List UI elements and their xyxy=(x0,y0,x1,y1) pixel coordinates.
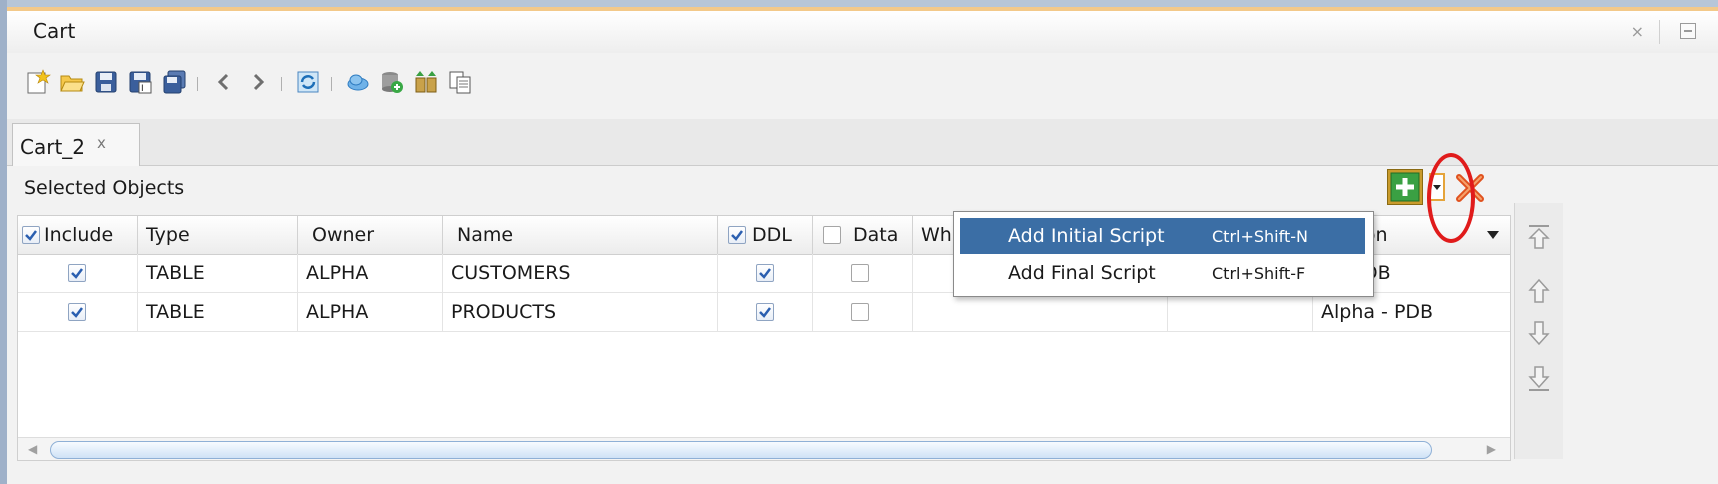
header-include-label: Include xyxy=(44,224,114,246)
row-order-controls xyxy=(1514,203,1563,459)
scroll-right-icon[interactable]: ▶ xyxy=(1487,442,1496,456)
row-data-cell xyxy=(813,254,913,292)
menu-item-add-final-script[interactable]: Add Final Script Ctrl+Shift-F xyxy=(960,255,1365,291)
move-to-bottom-icon[interactable] xyxy=(1527,365,1551,393)
selected-objects-label: Selected Objects xyxy=(24,177,185,199)
menu-item-shortcut: Ctrl+Shift-N xyxy=(1212,227,1308,246)
cloud-icon[interactable] xyxy=(345,69,371,95)
include-checkbox[interactable] xyxy=(68,303,86,321)
row-ddl-cell xyxy=(718,254,813,292)
new-cart-icon[interactable] xyxy=(25,69,51,95)
open-icon[interactable] xyxy=(59,69,85,95)
scrollbar-thumb[interactable] xyxy=(50,441,1432,459)
table-row[interactable]: TABLE ALPHA PRODUCTS Alpha - PDB xyxy=(18,293,1510,332)
include-all-checkbox[interactable] xyxy=(22,226,40,244)
row-type: TABLE xyxy=(138,254,298,292)
header-type[interactable]: Type xyxy=(138,216,298,254)
add-icon xyxy=(1390,172,1420,202)
header-include[interactable]: Include xyxy=(18,216,138,254)
row-name: CUSTOMERS xyxy=(443,254,718,292)
toolbar-separator xyxy=(281,77,282,91)
move-down-icon[interactable] xyxy=(1527,319,1551,347)
row-owner: ALPHA xyxy=(298,293,443,331)
tab-cart-2[interactable]: Cart_2 x xyxy=(12,123,140,166)
cart-toolbar: I xyxy=(19,63,719,103)
scroll-left-icon[interactable]: ◀ xyxy=(28,442,37,456)
forward-icon[interactable] xyxy=(245,69,271,95)
ddl-all-checkbox[interactable] xyxy=(728,226,746,244)
window-top-edge xyxy=(7,0,1718,7)
header-data-label: Data xyxy=(853,224,899,246)
move-to-top-icon[interactable] xyxy=(1527,223,1551,251)
add-script-menu: Add Initial Script Ctrl+Shift-N Add Fina… xyxy=(953,211,1374,297)
ddl-checkbox[interactable] xyxy=(756,264,774,282)
compare-icon[interactable] xyxy=(413,69,439,95)
row-include-cell xyxy=(18,254,138,292)
svg-text:I: I xyxy=(141,84,144,94)
back-icon[interactable] xyxy=(211,69,237,95)
data-checkbox[interactable] xyxy=(851,303,869,321)
minimize-icon[interactable] xyxy=(1680,23,1696,39)
data-all-checkbox[interactable] xyxy=(823,226,841,244)
deploy-icon[interactable] xyxy=(379,69,405,95)
header-ddl[interactable]: DDL xyxy=(718,216,813,254)
row-ddl-cell xyxy=(718,293,813,331)
panel-title-bar: Cart × xyxy=(7,11,1718,53)
refresh-icon[interactable] xyxy=(295,69,321,95)
column-menu-icon[interactable] xyxy=(1487,231,1499,239)
horizontal-scrollbar[interactable]: ◀ ▶ xyxy=(18,437,1510,460)
row-type: TABLE xyxy=(138,293,298,331)
cart-panel: Cart × I Cart_2 x Selected Objects Inclu… xyxy=(7,11,1718,484)
annotation-circle xyxy=(1427,153,1475,243)
row-owner: ALPHA xyxy=(298,254,443,292)
row-include-cell xyxy=(18,293,138,331)
save-icon[interactable] xyxy=(93,69,119,95)
row-data-cell xyxy=(813,293,913,331)
header-owner[interactable]: Owner xyxy=(298,216,443,254)
title-separator xyxy=(1659,20,1660,44)
move-up-icon[interactable] xyxy=(1527,277,1551,305)
save-as-icon[interactable]: I xyxy=(127,69,153,95)
menu-item-shortcut: Ctrl+Shift-F xyxy=(1212,264,1306,283)
save-all-icon[interactable] xyxy=(161,69,187,95)
header-ddl-label: DDL xyxy=(752,224,792,246)
toolbar-separator xyxy=(197,77,198,91)
menu-item-add-initial-script[interactable]: Add Initial Script Ctrl+Shift-N xyxy=(960,218,1365,254)
add-script-button[interactable] xyxy=(1387,169,1423,205)
close-icon[interactable]: × xyxy=(1631,22,1644,41)
menu-item-label: Add Initial Script xyxy=(1008,225,1165,247)
tab-close-icon[interactable]: x xyxy=(97,134,106,152)
panel-title: Cart xyxy=(33,19,76,43)
row-where[interactable] xyxy=(913,293,1168,331)
tab-label: Cart_2 xyxy=(20,135,86,159)
header-data[interactable]: Data xyxy=(813,216,913,254)
copy-icon[interactable] xyxy=(447,69,473,95)
row-filter[interactable] xyxy=(1168,293,1313,331)
ddl-checkbox[interactable] xyxy=(756,303,774,321)
include-checkbox[interactable] xyxy=(68,264,86,282)
row-connection: Alpha - PDB xyxy=(1321,301,1434,323)
menu-item-label: Add Final Script xyxy=(1008,262,1156,284)
window-left-edge xyxy=(0,0,7,484)
header-name[interactable]: Name xyxy=(443,216,718,254)
data-checkbox[interactable] xyxy=(851,264,869,282)
row-name: PRODUCTS xyxy=(443,293,718,331)
toolbar-separator xyxy=(331,77,332,91)
